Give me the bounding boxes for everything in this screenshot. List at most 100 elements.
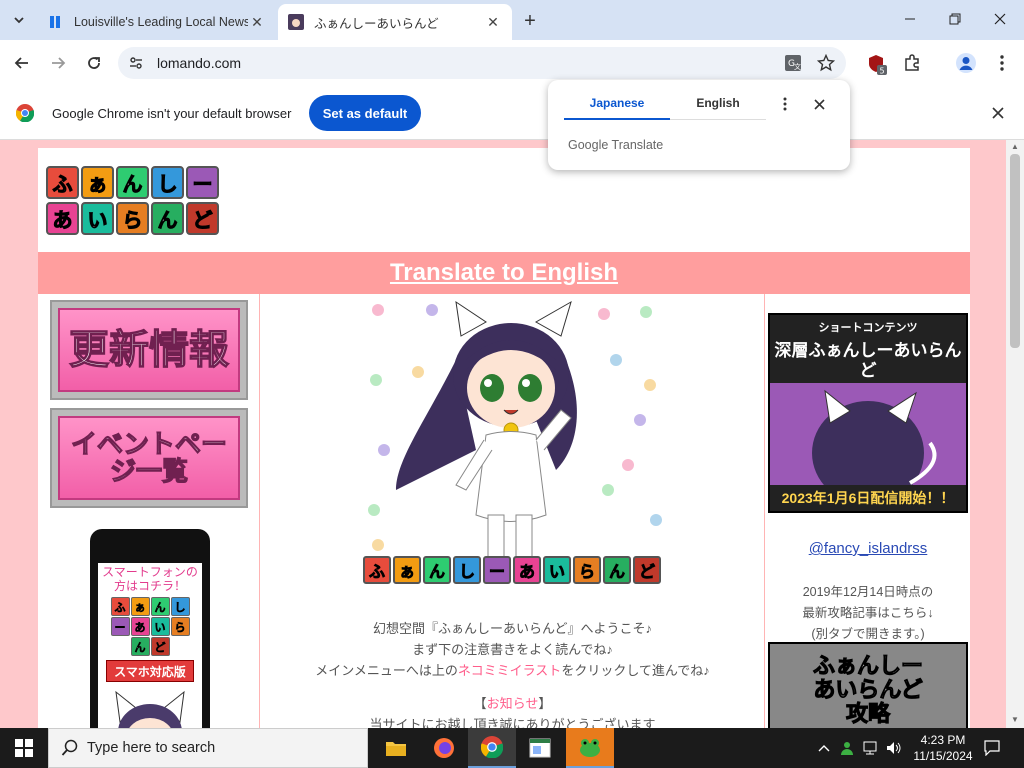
target-language-tab[interactable]: English [670,96,766,110]
show-hidden-icons-button[interactable] [814,738,834,758]
welcome-line-3: メインメニューへは上のネコミミイラストをクリックして進んでね♪ [261,660,764,681]
translate-close-button[interactable] [810,94,828,114]
close-window-button[interactable] [978,4,1022,34]
search-placeholder: Type here to search [87,740,216,756]
volume-button[interactable] [884,738,904,758]
cat-ear-illustration-link[interactable]: ネコミミイラスト [458,663,561,678]
notice-heading: 【お知らせ】 [261,693,764,714]
tab-louisville-news[interactable]: Louisville's Leading Local News ✕ [38,4,276,40]
clock-time: 4:23 PM [920,733,966,747]
back-button[interactable] [8,49,36,77]
tray-person-icon [841,742,853,755]
hero-logo-tile: ど [633,556,661,584]
tab-title: ふぁんしーあいらんど [314,16,439,31]
minimize-button[interactable] [888,4,932,34]
app-taskbar-button[interactable] [516,728,564,768]
translate-page-button[interactable]: G文 [781,51,805,75]
close-tab-icon[interactable]: ✕ [484,13,502,31]
chrome-taskbar-button[interactable] [468,728,516,768]
profile-button[interactable] [954,51,978,75]
minimize-icon [905,18,915,20]
chrome-logo-icon [16,104,34,122]
tray-app-button[interactable] [837,738,857,758]
chevron-down-icon [14,17,24,24]
phone-promo-text: スマートフォンの方はコチラ！ [102,565,198,593]
hero-logo-tile: ぁ [393,556,421,584]
menu-button-label: イベントページ一覧 [58,416,240,500]
short-content-banner[interactable]: ショートコンテンツ 深層ふぁんしーあいらんど 2023年1月6日配信開始！！ [768,313,968,513]
chevron-up-icon [818,745,830,752]
close-icon [994,13,1006,25]
extension-shield-button[interactable]: 5 [866,53,890,77]
browser-toolbar: lomando.com G文 5 [0,40,1024,86]
taskbar-search-box[interactable]: Type here to search [48,728,368,768]
strategy-guide-banner[interactable]: ふぁんしー あいらんど 攻略 [768,642,968,728]
new-tab-button[interactable]: + [518,9,542,33]
tab-fancy-island[interactable]: ふぁんしーあいらんど ✕ [278,4,512,40]
forward-button[interactable] [44,49,72,77]
smartphone-version-banner[interactable]: スマートフォンの方はコチラ！ ふぁんしーあいらんど スマホ対応版 [90,529,210,728]
game-taskbar-button[interactable] [566,728,614,768]
bookmark-button[interactable] [814,51,838,75]
scroll-up-icon[interactable]: ▲ [1010,142,1020,152]
address-bar[interactable]: lomando.com G文 [118,47,846,79]
close-tab-icon[interactable]: ✕ [248,13,266,31]
reload-button[interactable] [80,49,108,77]
set-as-default-button[interactable]: Set as default [309,95,421,131]
file-explorer-taskbar-button[interactable] [372,728,420,768]
system-clock[interactable]: 4:23 PM 11/15/2024 [908,732,978,764]
site-logo[interactable]: ふぁんしーあいらんど [46,166,224,236]
tab-divider [670,119,766,120]
event-pages-menu-button[interactable]: イベントページ一覧 [50,408,248,508]
updates-menu-button[interactable]: 更新情報 [50,300,248,400]
logo-tile: ふ [46,166,79,199]
logo-tile: ら [116,202,149,235]
logo-tile: い [81,202,114,235]
extensions-button[interactable] [900,51,924,75]
page-container: ふぁんしーあいらんど Translate to English 更新情報 イベン… [38,148,970,728]
source-language-tab[interactable]: Japanese [564,96,670,110]
infobar-close-button[interactable] [988,103,1008,123]
reload-icon [88,57,100,69]
twitter-link[interactable]: @fancy_islandrss [765,540,971,557]
close-icon [813,98,825,110]
tune-icon [130,57,142,69]
notice-bracket-close: 】 [538,696,552,711]
scrollbar-thumb[interactable] [1010,154,1020,348]
logo-tile: ー [186,166,219,199]
scroll-down-icon[interactable]: ▼ [1010,715,1020,725]
translate-to-english-link[interactable]: Translate to English [390,259,618,287]
welcome-line-2: まず下の注意書きをよく読んでね♪ [412,642,613,657]
notifications-button[interactable] [980,736,1004,760]
url-text: lomando.com [157,55,242,71]
hero-logo-tiles: ふぁんしーあいらんど [363,556,663,586]
page-scrollbar[interactable]: ▲ ▼ [1006,140,1024,728]
phone-logo-tile: ん [130,637,150,656]
strategy-banner-line-1: ふぁんしー [812,653,923,678]
site-info-button[interactable] [124,51,148,75]
strategy-note: 2019年12月14日時点の 最新攻略記事はこちら↓ (別タブで開きます。) [765,582,971,645]
logo-tile: ん [116,166,149,199]
welcome-text: 幻想空間『ふぁんしーあいらんど』へようこそ♪ まず下の注意書きをよく読んでね♪ … [261,618,764,728]
phone-logo-tile: あ [130,617,150,636]
tab-search-button[interactable] [6,8,32,32]
network-button[interactable] [861,738,881,758]
phone-logo-tile: ふ [110,597,130,616]
logo-tile: あ [46,202,79,235]
news-favicon-icon [50,16,60,28]
chrome-menu-button[interactable] [990,51,1014,75]
restore-icon [949,13,961,25]
hero-logo-tile: ら [573,556,601,584]
phone-logo: ふぁんしーあいらんど [102,597,198,656]
start-button[interactable] [0,728,48,768]
cat-girl-hero-illustration[interactable] [356,300,676,600]
firefox-taskbar-button[interactable] [420,728,468,768]
hero-logo-tile: ん [423,556,451,584]
search-icon [61,739,78,756]
hero-logo-tile: あ [513,556,541,584]
translate-options-button[interactable] [776,94,794,114]
restore-button[interactable] [933,4,977,34]
strategy-banner-text: ふぁんしー あいらんど 攻略 [770,653,966,726]
strategy-note-line-2: 最新攻略記事はこちら↓ [802,606,934,620]
puzzle-piece-icon [905,54,919,71]
